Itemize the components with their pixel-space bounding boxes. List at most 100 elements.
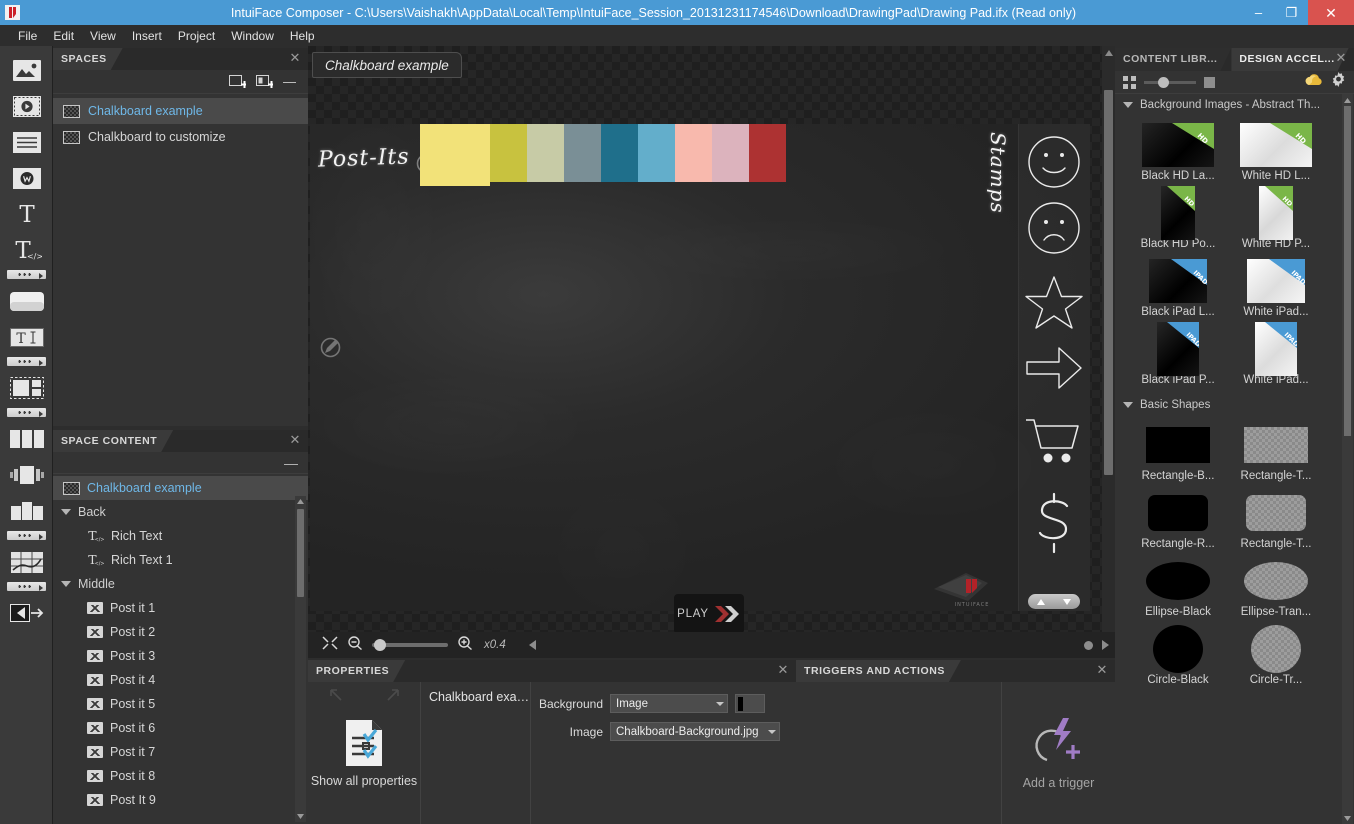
maximize-button[interactable]: ❐ xyxy=(1275,0,1308,25)
smiley-stamp-icon[interactable] xyxy=(1024,132,1084,192)
library-item-white-ipad-landscape[interactable]: IPAD White iPad... xyxy=(1227,256,1325,318)
library-item-white-hd-landscape[interactable]: HD White HD L... xyxy=(1227,120,1325,182)
menu-window[interactable]: Window xyxy=(223,27,282,45)
library-item-circle-transparent[interactable]: Circle-Tr... xyxy=(1227,624,1325,686)
tool-group-separator-4[interactable] xyxy=(6,531,46,540)
text-input-tool-icon[interactable]: T xyxy=(0,319,53,355)
rich-text-tool-icon[interactable]: T </> xyxy=(0,232,53,268)
scroll-down-icon[interactable] xyxy=(1342,812,1353,824)
library-close-icon[interactable]: ✕ xyxy=(1334,51,1348,65)
minimize-button[interactable]: – xyxy=(1242,0,1275,25)
video-tool-icon[interactable] xyxy=(0,88,53,124)
tree-item-post-it-3[interactable]: Post it 3 xyxy=(53,644,308,668)
image-file-select[interactable]: Chalkboard-Background.jpg xyxy=(610,722,780,741)
chevron-down-icon[interactable] xyxy=(61,509,71,515)
shopping-cart-stamp-icon[interactable] xyxy=(1024,414,1084,474)
triggers-tab[interactable]: TRIGGERS AND ACTIONS xyxy=(796,660,961,682)
tree-group-middle[interactable]: Middle xyxy=(53,572,308,596)
menu-file[interactable]: File xyxy=(10,27,45,45)
duplicate-space-icon[interactable] xyxy=(256,74,273,89)
library-item-black-hd-landscape[interactable]: HD Black HD La... xyxy=(1129,120,1227,182)
add-trigger-button[interactable]: Add a trigger xyxy=(1002,682,1115,824)
library-section-basic-shapes[interactable]: Basic Shapes xyxy=(1115,394,1354,416)
properties-tab[interactable]: PROPERTIES xyxy=(308,660,405,682)
text-block-tool-icon[interactable] xyxy=(0,124,53,160)
menu-edit[interactable]: Edit xyxy=(45,27,82,45)
map-tool-icon[interactable] xyxy=(0,544,53,580)
properties-close-icon[interactable]: ✕ xyxy=(776,663,790,677)
library-scrollbar[interactable] xyxy=(1342,94,1353,824)
cloud-icon[interactable] xyxy=(1304,73,1323,92)
tab-content-library[interactable]: CONTENT LIBR... xyxy=(1115,48,1231,71)
menu-view[interactable]: View xyxy=(82,27,124,45)
grid-view-icon[interactable] xyxy=(1123,75,1136,89)
space-content-close-icon[interactable]: ✕ xyxy=(288,433,302,447)
tree-item-post-it-5[interactable]: Post it 5 xyxy=(53,692,308,716)
postit-swatch-1[interactable] xyxy=(420,124,490,186)
sad-face-stamp-icon[interactable] xyxy=(1024,198,1084,258)
add-space-icon[interactable] xyxy=(229,74,246,89)
close-button[interactable]: ✕ xyxy=(1308,0,1354,25)
space-item-chalkboard-to-customize[interactable]: Chalkboard to customize xyxy=(53,124,308,150)
library-item-black-ipad-portrait[interactable]: IPAD Black iPad P... xyxy=(1129,322,1227,386)
hscroll-left-arrow-icon[interactable] xyxy=(528,640,536,650)
postit-swatch-9[interactable] xyxy=(749,124,786,182)
navigation-tool-icon[interactable] xyxy=(0,595,53,631)
draw-pencil-icon-2[interactable] xyxy=(319,336,342,359)
tool-group-separator-3[interactable] xyxy=(6,408,46,417)
library-item-black-hd-portrait[interactable]: HD Black HD Po... xyxy=(1129,186,1227,250)
carousel-tool-icon[interactable] xyxy=(0,457,53,493)
scrollbar-thumb[interactable] xyxy=(297,509,304,597)
tree-item-post-it-6[interactable]: Post it 6 xyxy=(53,716,308,740)
scroll-up-icon[interactable] xyxy=(1102,46,1115,59)
collection-tool-icon[interactable] xyxy=(0,493,53,529)
library-section-background-images[interactable]: Background Images - Abstract Th... xyxy=(1115,94,1354,116)
library-item-rectangle-black[interactable]: Rectangle-B... xyxy=(1129,420,1227,482)
tree-item-post-it-1[interactable]: Post it 1 xyxy=(53,596,308,620)
zoom-out-icon[interactable] xyxy=(347,635,363,655)
tree-item-rich-text[interactable]: T </> Rich Text xyxy=(53,524,308,548)
postit-swatch-5[interactable] xyxy=(601,124,638,182)
tool-group-separator-5[interactable] xyxy=(6,582,46,591)
design-canvas[interactable]: Chalkboard example Post-Its Stamps INTUI… xyxy=(308,46,1115,658)
thumbnail-size-slider[interactable] xyxy=(1144,76,1196,88)
postit-swatch-6[interactable] xyxy=(638,124,675,182)
library-item-white-hd-portrait[interactable]: HD White HD P... xyxy=(1227,186,1325,250)
space-item-chalkboard-example[interactable]: Chalkboard example xyxy=(53,98,308,124)
scrollbar-thumb[interactable] xyxy=(1104,90,1113,475)
columns-tool-icon[interactable] xyxy=(0,421,53,457)
zoom-slider-knob[interactable] xyxy=(374,639,386,651)
canvas-space-tab[interactable]: Chalkboard example xyxy=(312,52,462,78)
dollar-stamp-icon[interactable] xyxy=(1024,490,1084,554)
background-type-select[interactable]: Image xyxy=(610,694,728,713)
fit-to-screen-icon[interactable] xyxy=(322,635,338,655)
text-tool-icon[interactable]: T xyxy=(0,196,53,232)
large-view-icon[interactable] xyxy=(1204,76,1215,88)
scroll-down-icon[interactable] xyxy=(1063,598,1071,605)
zoom-slider[interactable] xyxy=(372,639,448,651)
chevron-down-icon[interactable] xyxy=(1123,102,1133,108)
library-item-ellipse-black[interactable]: Ellipse-Black xyxy=(1129,556,1227,618)
image-tool-icon[interactable] xyxy=(0,52,53,88)
asset-grid-tool-icon[interactable] xyxy=(0,370,53,406)
library-scroll-area[interactable]: Background Images - Abstract Th... HD Bl… xyxy=(1115,94,1354,824)
tree-item-post-it-8[interactable]: Post it 8 xyxy=(53,764,308,788)
collapse-all-icon[interactable]: — xyxy=(284,456,298,470)
library-item-circle-black[interactable]: Circle-Black xyxy=(1129,624,1227,686)
show-all-properties-button[interactable]: Show all properties xyxy=(308,682,421,824)
menu-project[interactable]: Project xyxy=(170,27,223,45)
menu-help[interactable]: Help xyxy=(282,27,323,45)
tree-item-post-it-2[interactable]: Post it 2 xyxy=(53,620,308,644)
postit-swatch-2[interactable] xyxy=(490,124,527,182)
menu-insert[interactable]: Insert xyxy=(124,27,170,45)
web-browser-tool-icon[interactable] xyxy=(0,160,53,196)
library-item-rectangle-rounded-transparent[interactable]: Rectangle-T... xyxy=(1227,488,1325,550)
postit-swatch-4[interactable] xyxy=(564,124,601,182)
tool-group-separator[interactable] xyxy=(6,270,46,279)
postit-swatch-3[interactable] xyxy=(527,124,564,182)
spaces-tab[interactable]: SPACES xyxy=(53,48,123,70)
button-tool-icon[interactable] xyxy=(0,283,53,319)
library-item-rectangle-transparent[interactable]: Rectangle-T... xyxy=(1227,420,1325,482)
scroll-up-icon[interactable] xyxy=(295,496,306,507)
tree-root-chalkboard-example[interactable]: Chalkboard example xyxy=(53,476,308,500)
